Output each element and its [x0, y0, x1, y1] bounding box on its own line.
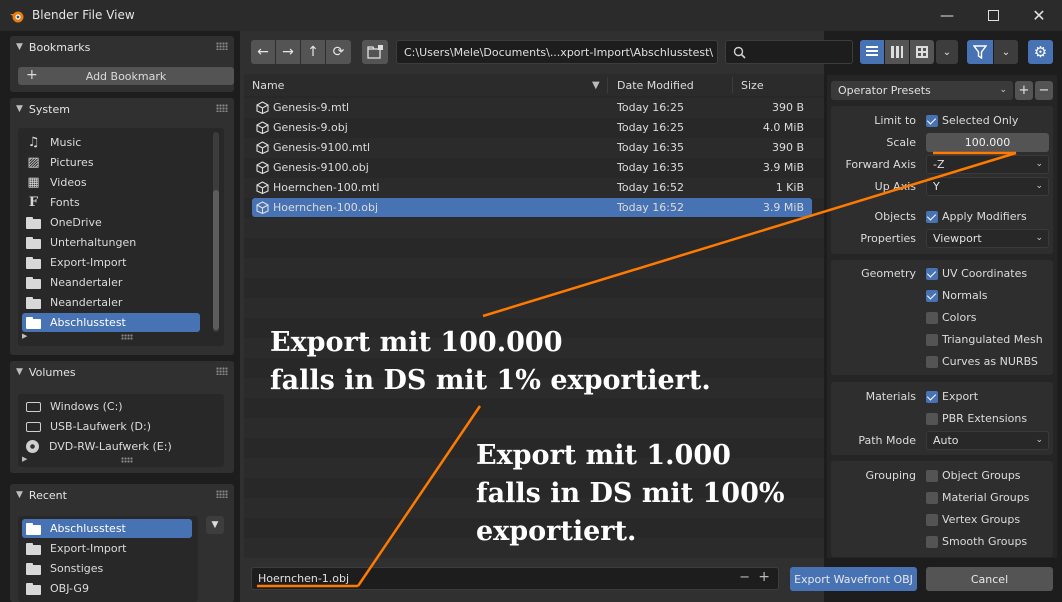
annotation-note-2: Export mit 1.000 falls in DS mit 100% ex… [476, 437, 785, 551]
note-line: falls in DS mit 100% [476, 478, 785, 509]
note-line: Export mit 100.000 [270, 327, 563, 358]
note-line: falls in DS mit 1% exportiert. [270, 365, 711, 396]
annotation-arrow-filename [356, 405, 482, 587]
note-line: exportiert. [476, 516, 637, 547]
annotation-arrow-scale [482, 151, 1017, 318]
annotation-note-1: Export mit 100.000 falls in DS mit 1% ex… [270, 324, 711, 400]
note-line: Export mit 1.000 [476, 440, 731, 471]
